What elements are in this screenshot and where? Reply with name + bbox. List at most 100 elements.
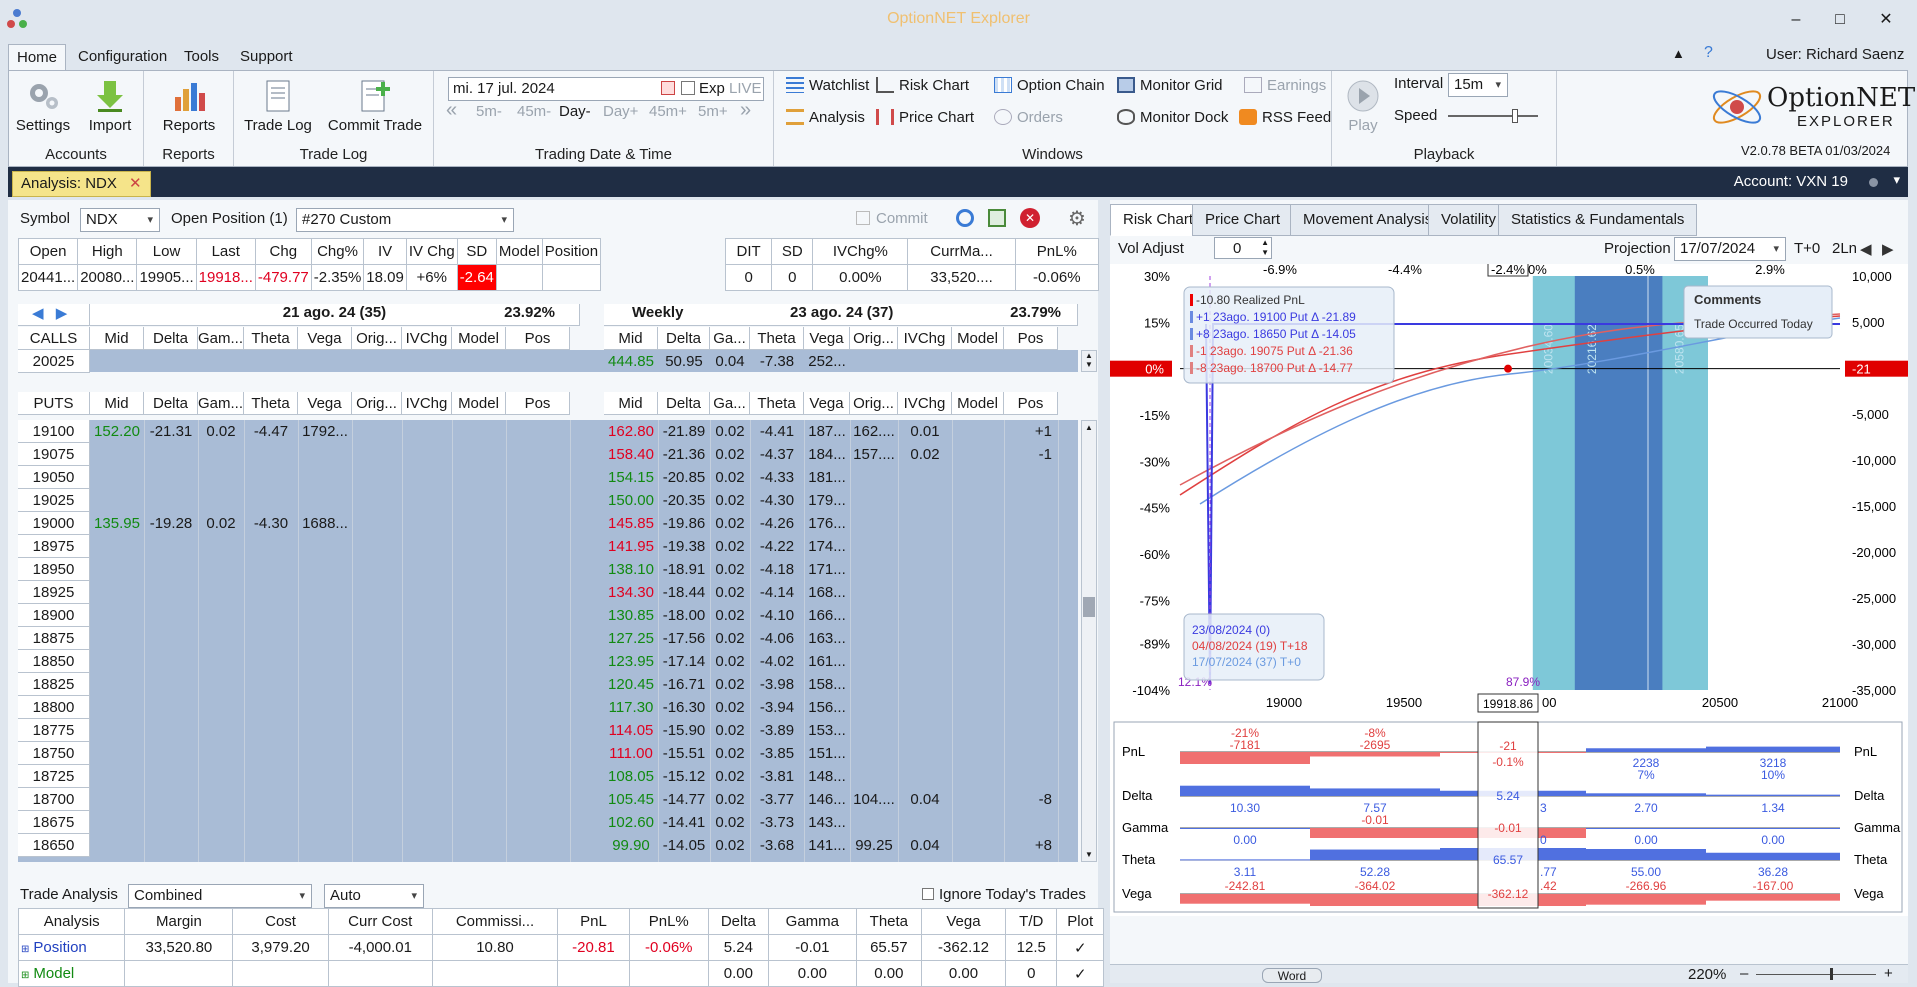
chart-tab-3[interactable]: Volatility xyxy=(1428,204,1510,236)
put-row[interactable]: 19075 158.40 -21.36 0.02 -4.37 184... 157.... 0… xyxy=(18,443,1078,466)
help-icon[interactable]: ? xyxy=(1704,44,1713,62)
exp2-col-header[interactable]: Theta xyxy=(750,392,804,415)
exp1-col-header[interactable]: Gam... xyxy=(198,327,244,350)
exp2-col-header[interactable]: Orig... xyxy=(850,392,898,415)
auto-select[interactable]: Auto xyxy=(324,884,424,908)
projection-select[interactable]: 17/07/2024 xyxy=(1674,237,1786,261)
step-5m-back[interactable]: 5m- xyxy=(476,103,502,120)
orders-button[interactable]: Orders xyxy=(994,105,1063,131)
vol-adjust-spinner[interactable]: 0 ▲ ▼ xyxy=(1214,237,1272,259)
ignore-trades-checkbox[interactable]: Ignore Today's Trades xyxy=(922,886,1086,903)
interval-select[interactable]: 15m xyxy=(1448,73,1508,97)
exp1-col-header[interactable]: IVChg xyxy=(402,327,452,350)
play-button[interactable]: Play xyxy=(1338,75,1388,134)
exp1-col-header[interactable]: Vega xyxy=(298,327,352,350)
ta-cell[interactable]: ✓ xyxy=(1056,934,1104,961)
menu-tools[interactable]: Tools xyxy=(176,44,227,70)
exp2-col-header[interactable]: Mid xyxy=(604,327,658,350)
puts-scroll-thumb[interactable] xyxy=(1083,597,1095,617)
menu-configuration[interactable]: Configuration xyxy=(70,44,175,70)
projection-next-icon[interactable]: ▶ xyxy=(1882,240,1894,258)
position-select[interactable]: #270 Custom xyxy=(296,208,514,232)
trade-analysis-mode-select[interactable]: Combined xyxy=(128,884,312,908)
calls-scrollbar[interactable]: ▲ ▼ xyxy=(1081,350,1097,372)
put-row[interactable]: 18650 99.90 -14.05 0.02 -3.68 141... 99.25 0.04… xyxy=(18,834,1078,857)
put-row[interactable]: 18925 134.30 -18.44 0.02 -4.14 168... xyxy=(18,581,1078,604)
prev-expiry-icon[interactable]: ◀ xyxy=(32,305,44,322)
price-chart-button[interactable]: Price Chart xyxy=(876,105,974,131)
step-45m-back[interactable]: 45m- xyxy=(517,103,551,120)
collapse-ribbon-icon[interactable]: ▲ xyxy=(1672,46,1685,61)
expand-icon[interactable]: ⊞ xyxy=(21,970,29,981)
expiration-icon[interactable] xyxy=(681,81,695,95)
exp1-col-header[interactable]: Orig... xyxy=(352,327,402,350)
analysis-button[interactable]: Analysis xyxy=(786,105,865,131)
minimize-button[interactable]: – xyxy=(1776,6,1816,34)
zoom-thumb[interactable] xyxy=(1830,968,1833,980)
settings-button[interactable]: Settings xyxy=(13,75,73,134)
close-tab-icon[interactable]: ✕ xyxy=(129,175,142,192)
exp2-col-header[interactable]: IVChg xyxy=(898,392,952,415)
next-expiry-icon[interactable]: ▶ xyxy=(56,305,68,322)
put-row[interactable]: 19025 150.00 -20.35 0.02 -4.30 179... xyxy=(18,489,1078,512)
exp2-col-header[interactable]: Mid xyxy=(604,392,658,415)
puts-scrollbar[interactable]: ▲ ▼ xyxy=(1081,420,1097,862)
exp2-col-header[interactable]: Model xyxy=(952,392,1004,415)
put-row[interactable]: 18700 105.45 -14.77 0.02 -3.77 146... 104.... 0… xyxy=(18,788,1078,811)
live-label[interactable]: LIVE xyxy=(729,80,762,97)
tab-menu-icon[interactable]: ▾ xyxy=(1893,172,1900,188)
rss-feed-button[interactable]: RSS Feed xyxy=(1239,105,1331,131)
put-row[interactable]: 18775 114.05 -15.90 0.02 -3.89 153... xyxy=(18,719,1078,742)
put-row[interactable]: 18875 127.25 -17.56 0.02 -4.06 163... xyxy=(18,627,1078,650)
zoom-in-icon[interactable]: + xyxy=(1884,965,1893,982)
rewind-icon[interactable]: « xyxy=(446,99,457,122)
exp1-col-header[interactable]: Mid xyxy=(90,327,144,350)
scroll-down-icon[interactable]: ▼ xyxy=(1085,850,1093,859)
exp1-col-header[interactable]: Theta xyxy=(244,327,298,350)
exp2-col-header[interactable]: Pos xyxy=(1004,392,1058,415)
reports-button[interactable]: Reports xyxy=(154,75,224,134)
exp2-col-header[interactable]: Vega xyxy=(804,327,850,350)
put-row[interactable]: 18800 117.30 -16.30 0.02 -3.94 156... xyxy=(18,696,1078,719)
exp1-col-header[interactable]: Gam... xyxy=(198,392,244,415)
panel-settings-icon[interactable]: ⚙ xyxy=(1068,206,1086,231)
exp1-col-header[interactable]: Model xyxy=(452,327,506,350)
step-day-forward[interactable]: Day+ xyxy=(603,103,638,120)
maximize-button[interactable]: □ xyxy=(1820,6,1860,34)
chart-tab-1[interactable]: Price Chart xyxy=(1192,204,1294,236)
step-5m-forward[interactable]: 5m+ xyxy=(698,103,728,120)
exp1-col-header[interactable]: Orig... xyxy=(352,392,402,415)
import-button[interactable]: Import xyxy=(81,75,139,134)
exp1-col-header[interactable]: IVChg xyxy=(402,392,452,415)
zoom-slider[interactable] xyxy=(1756,974,1876,975)
exp1-col-header[interactable]: Pos xyxy=(506,392,570,415)
exp2-col-header[interactable]: Delta xyxy=(658,327,710,350)
put-row[interactable]: 18825 120.45 -16.71 0.02 -3.98 158... xyxy=(18,673,1078,696)
put-row[interactable]: 19100 152.20 -21.31 0.02 -4.47 1792... 162.80-… xyxy=(18,420,1078,443)
delete-position-icon[interactable]: ✕ xyxy=(1020,208,1040,228)
put-row[interactable]: 18675 102.60 -14.41 0.02 -3.73 143... xyxy=(18,811,1078,834)
exp1-col-header[interactable]: Model xyxy=(452,392,506,415)
put-row[interactable]: 18850 123.95 -17.14 0.02 -4.02 161... xyxy=(18,650,1078,673)
exp2-col-header[interactable]: Delta xyxy=(658,392,710,415)
expand-icon[interactable]: ⊞ xyxy=(21,944,29,955)
watchlist-button[interactable]: Watchlist xyxy=(786,73,869,99)
put-row[interactable]: 19050 154.15 -20.85 0.02 -4.33 181... xyxy=(18,466,1078,489)
exp2-col-header[interactable]: Orig... xyxy=(850,327,898,350)
exp2-col-header[interactable]: Model xyxy=(952,327,1004,350)
search-icon[interactable] xyxy=(956,209,974,227)
exp2-col-header[interactable]: Theta xyxy=(750,327,804,350)
ta-cell[interactable]: ⊞ Position xyxy=(17,934,126,961)
exp2-col-header[interactable]: Ga... xyxy=(710,327,750,350)
projection-prev-icon[interactable]: ◀ xyxy=(1860,240,1872,258)
earnings-button[interactable]: Earnings xyxy=(1244,73,1326,99)
zoom-out-icon[interactable]: – xyxy=(1740,965,1748,982)
fast-forward-icon[interactable]: » xyxy=(740,99,751,122)
menu-support[interactable]: Support xyxy=(232,44,301,70)
put-row[interactable]: 18725 108.05 -15.12 0.02 -3.81 148... xyxy=(18,765,1078,788)
calendar-icon[interactable] xyxy=(661,81,675,95)
commit-button[interactable]: Commit xyxy=(856,210,928,227)
exp2-col-header[interactable]: Ga... xyxy=(710,392,750,415)
exp2-col-header[interactable]: IVChg xyxy=(898,327,952,350)
exp1-col-header[interactable]: Delta xyxy=(144,327,198,350)
